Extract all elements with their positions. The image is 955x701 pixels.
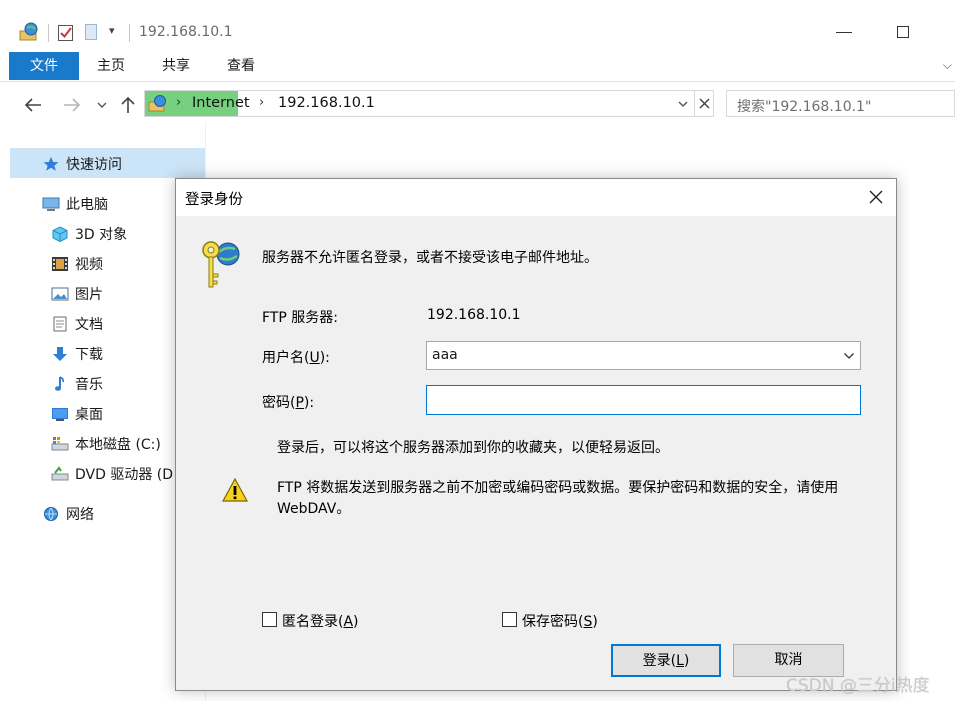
toolbar-separator [48, 24, 49, 42]
search-placeholder: 搜索"192.168.10.1" [737, 99, 872, 115]
forward-arrow-icon[interactable] [63, 97, 81, 113]
network-location-icon [148, 95, 166, 112]
anonymous-login-label[interactable]: 匿名登录(A) [282, 611, 359, 631]
desktop-icon [51, 406, 69, 422]
expand-ribbon-chevron-icon[interactable]: ⌵ [943, 58, 952, 73]
address-history-chevron-icon[interactable] [677, 100, 689, 108]
favorites-info-text: 登录后，可以将这个服务器添加到你的收藏夹，以便轻易返回。 [277, 440, 669, 456]
ribbon-tabs: 文件 主页 共享 查看 ⌵ [0, 52, 955, 82]
username-label: 用户名(U): [262, 350, 330, 366]
ftp-server-value: 192.168.10.1 [427, 307, 521, 323]
new-folder-icon[interactable] [84, 23, 98, 41]
customize-toolbar-dropdown[interactable]: ▾ [109, 24, 115, 37]
dvd-drive-icon [51, 466, 69, 482]
breadcrumb-internet[interactable]: Internet [192, 95, 250, 111]
anonymous-login-checkbox[interactable] [262, 612, 277, 627]
navigation-bar: › Internet › 192.168.10.1 搜索"192.168.10.… [0, 88, 955, 122]
screen: ▾ 192.168.10.1 文件 主页 共享 查看 ⌵ › Internet … [0, 0, 955, 701]
sidebar-item-videos[interactable]: 视频 [51, 254, 103, 280]
back-arrow-icon[interactable] [24, 97, 42, 113]
sidebar-item-label: 视频 [75, 257, 103, 273]
window-title: 192.168.10.1 [139, 24, 233, 40]
tab-share[interactable]: 共享 [162, 52, 190, 80]
sidebar-item-label: 本地磁盘 (C:) [75, 437, 161, 453]
breadcrumb-separator-icon[interactable]: › [176, 95, 181, 110]
tab-file[interactable]: 文件 [9, 52, 79, 80]
sidebar-item-label: 音乐 [75, 377, 103, 393]
dialog-title-bar: 登录身份 [176, 179, 896, 216]
minimize-button[interactable] [836, 32, 852, 33]
tab-home[interactable]: 主页 [97, 52, 125, 80]
warning-text-line-2: WebDAV。 [277, 501, 351, 517]
explorer-title-bar: ▾ 192.168.10.1 [0, 14, 955, 52]
stop-close-icon[interactable] [698, 97, 711, 110]
dialog-title: 登录身份 [185, 192, 243, 208]
film-icon [51, 256, 69, 272]
username-combobox[interactable]: aaa [426, 341, 861, 370]
password-field[interactable] [426, 385, 861, 415]
sidebar-item-label: 下载 [75, 347, 103, 363]
warning-icon [222, 477, 248, 502]
sidebar-item-dvd-drive[interactable]: DVD 驱动器 (D [51, 464, 173, 490]
address-bar[interactable]: › Internet › 192.168.10.1 [144, 90, 714, 117]
sidebar-item-label: 桌面 [75, 407, 103, 423]
network-location-icon [19, 22, 38, 41]
dialog-message: 服务器不允许匿名登录，或者不接受该电子邮件地址。 [262, 250, 598, 266]
maximize-button[interactable] [897, 26, 909, 38]
sidebar-item-label: 网络 [66, 507, 94, 523]
watermark: CSDN @三分i热度 [786, 676, 930, 696]
address-divider [694, 91, 695, 116]
network-icon [42, 506, 60, 522]
password-label: 密码(P): [262, 395, 315, 411]
sidebar-item-this-pc[interactable]: 此电脑 [42, 194, 108, 220]
login-dialog: 登录身份 服务器不允许匿名登录，或者不接受该电子邮件地址。 FTP 服务器: 1… [175, 178, 897, 691]
sidebar-item-label: DVD 驱动器 (D [75, 467, 174, 483]
drive-icon [51, 436, 69, 452]
sidebar-item-label: 快速访问 [66, 157, 122, 173]
login-button[interactable]: 登录(L) [611, 644, 721, 677]
sidebar-item-label: 图片 [75, 287, 103, 303]
sidebar-item-local-disk[interactable]: 本地磁盘 (C:) [51, 434, 161, 460]
username-value: aaa [432, 347, 458, 363]
sidebar-item-pictures[interactable]: 图片 [51, 284, 103, 310]
sidebar-item-label: 文档 [75, 317, 103, 333]
sidebar-item-downloads[interactable]: 下载 [51, 344, 103, 370]
recent-locations-chevron-icon[interactable] [96, 101, 108, 109]
sidebar-item-music[interactable]: 音乐 [51, 374, 103, 400]
keys-globe-icon [202, 241, 240, 288]
cube-icon [51, 226, 69, 243]
breadcrumb-separator-icon[interactable]: › [259, 95, 264, 110]
save-password-checkbox[interactable] [502, 612, 517, 627]
breadcrumb-host[interactable]: 192.168.10.1 [278, 95, 375, 111]
sidebar-item-quick-access[interactable]: 快速访问 [42, 154, 122, 180]
sidebar-item-documents[interactable]: 文档 [51, 314, 103, 340]
star-icon [42, 156, 60, 172]
save-password-label[interactable]: 保存密码(S) [522, 611, 598, 631]
download-icon [51, 346, 69, 362]
sidebar-item-3d-objects[interactable]: 3D 对象 [51, 224, 127, 250]
search-input[interactable]: 搜索"192.168.10.1" [726, 90, 955, 117]
properties-icon[interactable] [57, 23, 75, 42]
music-note-icon [51, 376, 69, 392]
sidebar-item-label: 3D 对象 [75, 227, 128, 243]
document-icon [51, 316, 69, 332]
chevron-down-icon[interactable] [843, 352, 855, 360]
sidebar-item-network[interactable]: 网络 [42, 504, 94, 530]
close-icon[interactable] [863, 184, 889, 210]
warning-text-line-1: FTP 将数据发送到服务器之前不加密或编码密码或数据。要保护密码和数据的安全，请… [277, 480, 839, 496]
sidebar-item-desktop[interactable]: 桌面 [51, 404, 103, 430]
ftp-server-label: FTP 服务器: [262, 310, 338, 326]
tab-view[interactable]: 查看 [227, 52, 255, 80]
sidebar-item-label: 此电脑 [66, 197, 108, 213]
toolbar-separator [129, 24, 130, 42]
computer-icon [42, 196, 60, 212]
picture-icon [51, 286, 69, 302]
up-arrow-icon[interactable] [120, 96, 136, 114]
